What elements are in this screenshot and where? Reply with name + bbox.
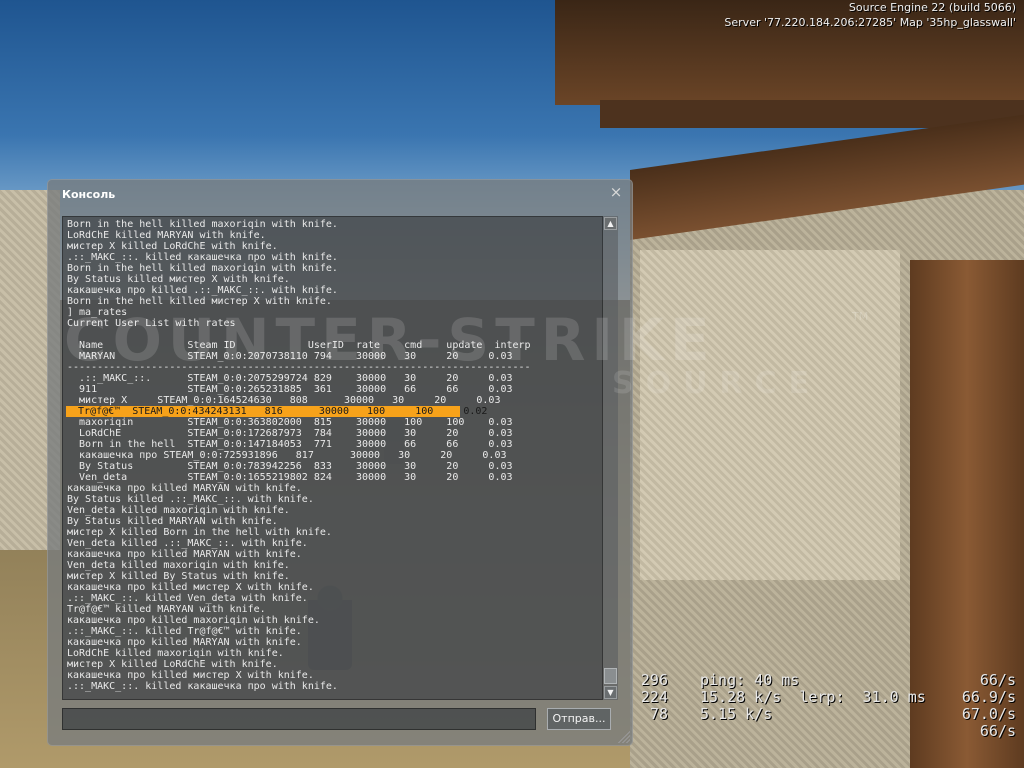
console-line: Name Steam ID UserID rate cmd update int… bbox=[67, 340, 531, 351]
console-line: Current User List with rates bbox=[67, 318, 236, 329]
console-line: какашечка про killed MARYAN with knife. bbox=[67, 637, 302, 648]
console-line: мистер X STEAM_0:0:164524630 808 30000 3… bbox=[67, 395, 501, 406]
far-wall bbox=[640, 250, 900, 580]
net-graph-value: 78 bbox=[649, 705, 668, 723]
net-graph-value: ping: 40 ms bbox=[700, 671, 800, 689]
console-line: By Status STEAM_0:0:783942256 833 30000 … bbox=[67, 461, 513, 472]
console-line: LoRdChE killed MARYAN with knife. bbox=[67, 230, 266, 241]
net-graph-value: 224 bbox=[640, 688, 668, 706]
console-line: .::_MAKC_::. STEAM_0:0:2075299724 829 30… bbox=[67, 373, 513, 384]
console-line: Born in the hell killed maxoriqin with k… bbox=[67, 263, 338, 274]
console-line: .::_MAKC_::. killed Tr@f@€™ with knife. bbox=[67, 626, 302, 637]
console-line: какашечка про killed maxoriqin with knif… bbox=[67, 615, 320, 626]
console-line: ] ma_rates bbox=[67, 307, 128, 318]
console-line: Tr@f@€™ killed MARYAN with knife. bbox=[67, 604, 266, 615]
console-line: maxoriqin STEAM_0:0:363802000 815 30000 … bbox=[67, 417, 513, 428]
console-line: .::_MAKC_::. killed Ven_deta with knife. bbox=[67, 593, 308, 604]
console-line: LoRdChE STEAM_0:0:172687973 784 30000 30… bbox=[67, 428, 513, 439]
console-line: .::_MAKC_::. killed какашечка про with k… bbox=[67, 681, 338, 692]
console-line: .::_MAKC_::. killed какашечка про with k… bbox=[67, 252, 338, 263]
console-line: мистер X killed By Status with knife. bbox=[67, 571, 290, 582]
net-graph-value: 67.0/s bbox=[961, 705, 1016, 723]
console-line: LoRdChE killed maxoriqin with knife. bbox=[67, 648, 284, 659]
console-title: Консоль bbox=[62, 188, 116, 201]
net-graph-row: 296 ping: 40 ms 66/s bbox=[596, 672, 1020, 689]
net-graph-value: 66/s bbox=[979, 671, 1016, 689]
console-line: MARYAN STEAM_0:0:2070738110 794 30000 30… bbox=[67, 351, 513, 362]
console-line: какашечка про STEAM_0:0:725931896 817 30… bbox=[67, 450, 507, 461]
net-graph: 296 ping: 40 ms 66/s 224 15.28 k/s lerp: 31.… bbox=[596, 672, 1020, 740]
engine-version: Source Engine 22 (build 5066) bbox=[848, 1, 1016, 14]
console-line: мистер X killed LoRdChE with knife. bbox=[67, 659, 278, 670]
console-line: какашечка про killed мистер X with knife… bbox=[67, 670, 314, 681]
net-graph-value: 296 bbox=[640, 671, 668, 689]
console-scrollbar[interactable]: ▲ ▼ bbox=[603, 216, 618, 700]
console-line: какашечка про killed MARYAN with knife. bbox=[67, 483, 302, 494]
console-window: Консоль × Born in the hell killed maxori… bbox=[47, 179, 633, 746]
console-line: By Status killed .::_MAKC_::. with knife… bbox=[67, 494, 314, 505]
net-graph-value: 15.28 k/s lerp: 31.0 ms bbox=[700, 688, 926, 706]
console-line: Ven_deta STEAM_0:0:1655219802 824 30000 … bbox=[67, 472, 513, 483]
console-line: Ven_deta killed maxoriqin with knife. bbox=[67, 560, 290, 571]
console-line-highlighted: Tr@f@€™ STEAM_0:0:434243131 816 30000 10… bbox=[66, 406, 488, 417]
console-line: By Status killed мистер X with knife. bbox=[67, 274, 290, 285]
console-line: 911 STEAM_0:0:265231885 361 30000 66 66 … bbox=[67, 384, 513, 395]
console-output[interactable]: Born in the hell killed maxoriqin with k… bbox=[62, 216, 603, 700]
server-address: Server '77.220.184.206:27285' Map '35hp_… bbox=[724, 16, 1016, 29]
console-line: Born in the hell killed maxoriqin with k… bbox=[67, 219, 338, 230]
net-graph-row: 78 5.15 k/s 67.0/s bbox=[596, 706, 1020, 723]
net-graph-row: 224 15.28 k/s lerp: 31.0 ms 66.9/s bbox=[596, 689, 1020, 706]
close-icon[interactable]: × bbox=[608, 184, 624, 200]
console-line: какашечка про killed .::_MAKC_::. with k… bbox=[67, 285, 338, 296]
console-line: Born in the hell killed мистер X with kn… bbox=[67, 296, 332, 307]
net-graph-value: 66.9/s bbox=[961, 688, 1016, 706]
net-graph-value: 66/s bbox=[979, 722, 1016, 740]
console-input[interactable] bbox=[62, 708, 536, 730]
net-graph-row: 66/s bbox=[596, 723, 1020, 740]
console-line: Ven_deta killed .::_MAKC_::. with knife. bbox=[67, 538, 308, 549]
console-line: какашечка про killed мистер X with knife… bbox=[67, 582, 314, 593]
console-line: мистер X killed LoRdChE with knife. bbox=[67, 241, 278, 252]
console-line: какашечка про killed MARYAN with knife. bbox=[67, 549, 302, 560]
scroll-up-icon[interactable]: ▲ bbox=[604, 217, 617, 230]
console-log-lines: Born in the hell killed maxoriqin with k… bbox=[66, 219, 598, 692]
console-line: мистер X killed Born in the hell with kn… bbox=[67, 527, 332, 538]
console-line: By Status killed MARYAN with knife. bbox=[67, 516, 278, 527]
console-line: Born in the hell STEAM_0:0:147184053 771… bbox=[67, 439, 513, 450]
console-line: Ven_deta killed maxoriqin with knife. bbox=[67, 505, 290, 516]
console-line: ----------------------------------------… bbox=[67, 362, 531, 373]
server-info: Source Engine 22 (build 5066) Server '77… bbox=[724, 0, 1016, 30]
net-graph-value: 5.15 k/s bbox=[700, 705, 773, 723]
